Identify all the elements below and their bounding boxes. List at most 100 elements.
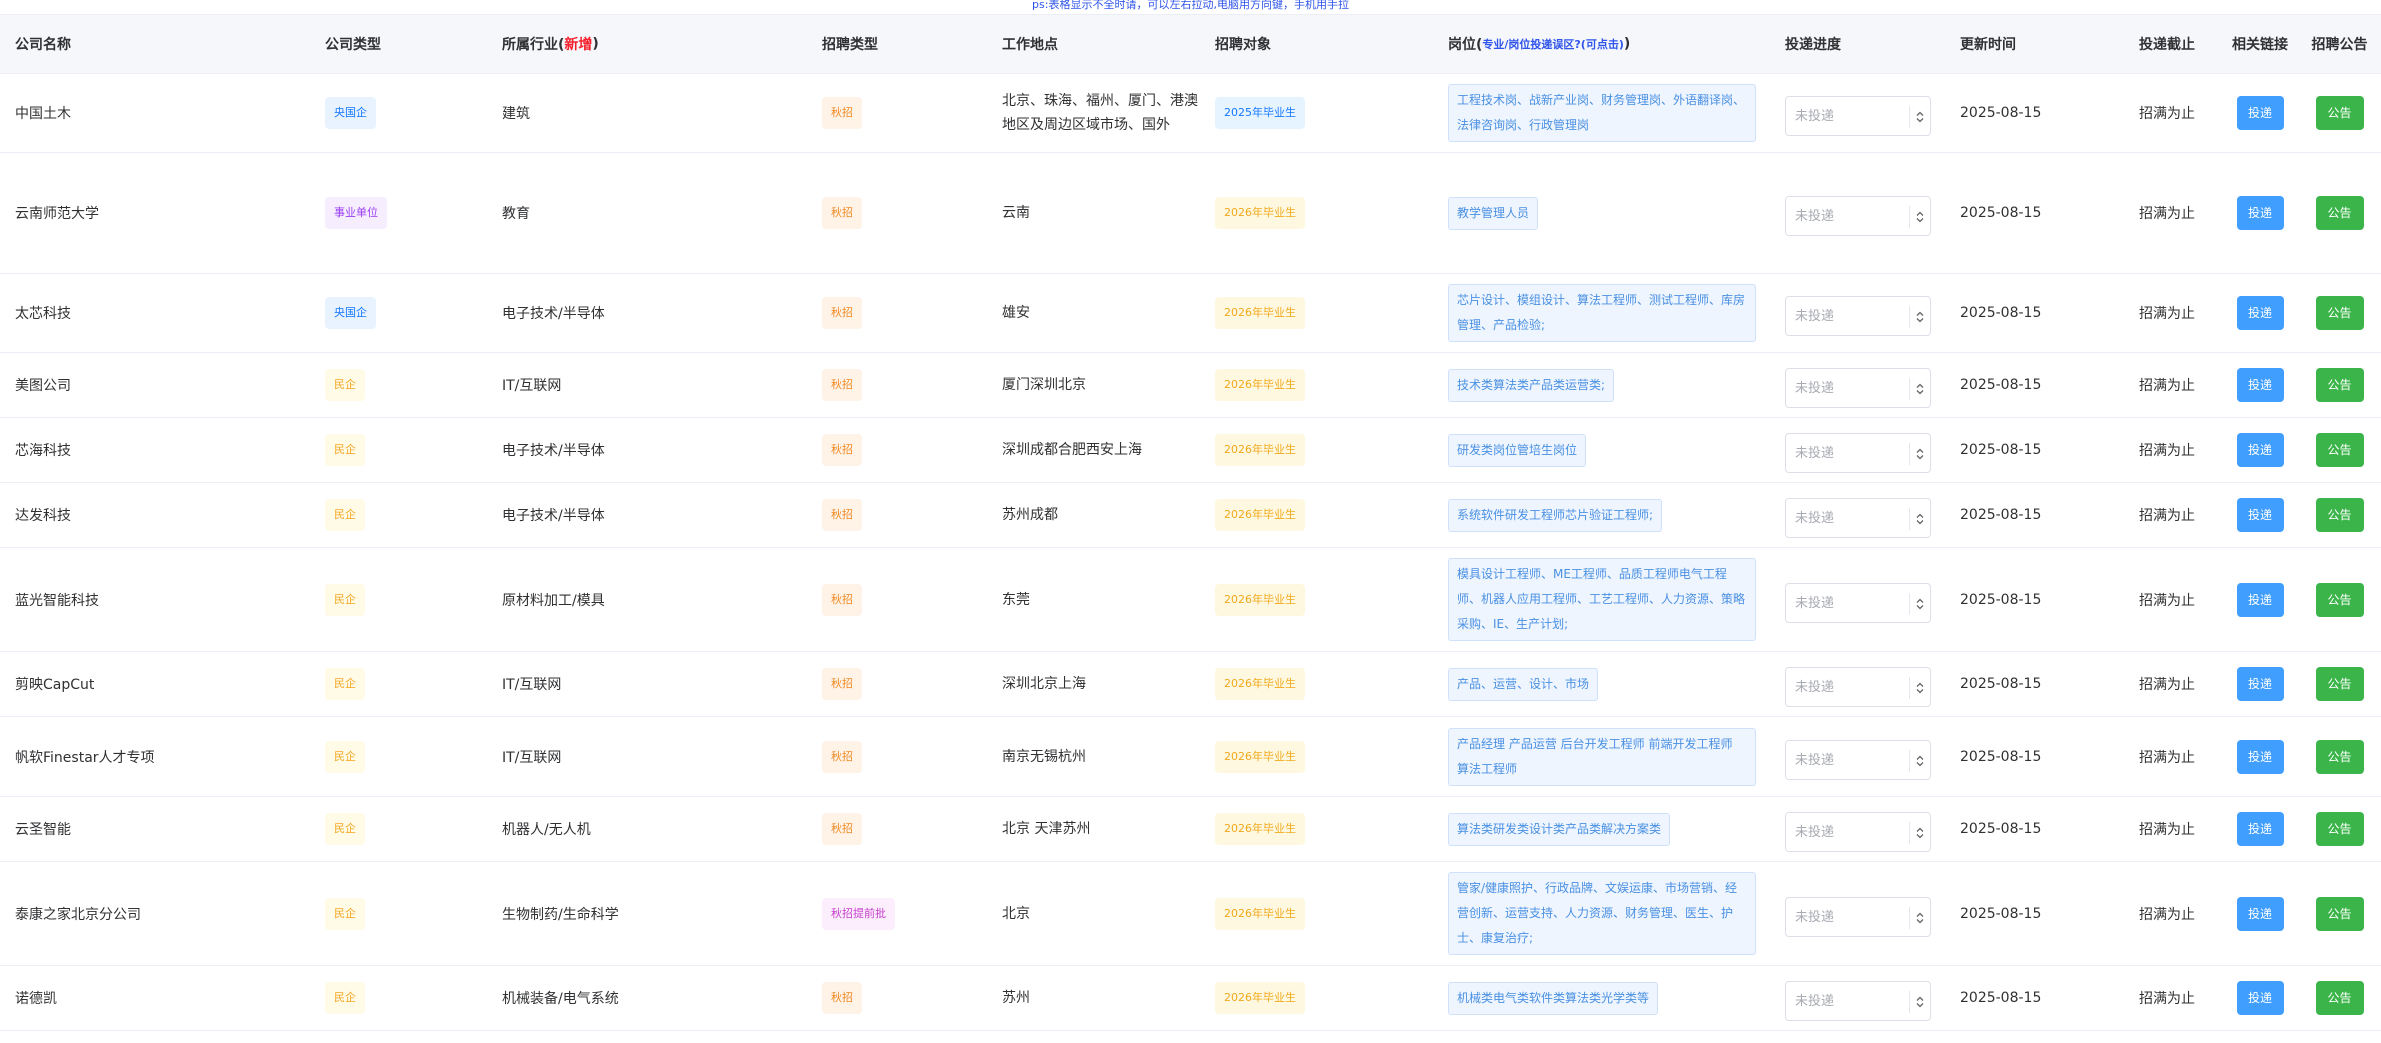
table-row: 诺德凯 民企 机械装备/电气系统 秋招 苏州 2026年毕业生 机械类电气类软件类算法类光学… (0, 966, 2381, 1031)
header-recruit: 招聘类型 (822, 37, 878, 53)
apply-button[interactable]: 投递 (2236, 981, 2284, 1015)
positions-text: 算法类研发类设计类产品类解决方案类 (1448, 812, 1671, 846)
company-name-text: 太芯科技 (15, 306, 71, 322)
company-type-cell: 民企 (310, 717, 487, 796)
header-updated: 更新时间 (1960, 37, 2016, 53)
announcement-button[interactable]: 公告 (2315, 296, 2364, 330)
deadline-cell: 招满为止 (2125, 966, 2222, 1030)
apply-button[interactable]: 投递 (2236, 296, 2284, 330)
progress-select[interactable]: 未投递 (1785, 196, 1931, 236)
positions-text: 产品经理 产品运营 后台开发工程师 前端开发工程师 算法工程师 (1448, 727, 1756, 786)
positions-text: 研发类岗位管培生岗位 (1448, 433, 1587, 467)
company-name: 云圣智能 (0, 797, 310, 861)
company-type-tag: 民企 (325, 740, 365, 773)
positions-text: 模具设计工程师、ME工程师、品质工程师电气工程师、机器人应用工程师、工艺工程师、… (1448, 558, 1756, 641)
industry-text: IT/互联网 (502, 378, 562, 394)
table-row: 太芯科技 央国企 电子技术/半导体 秋招 雄安 2026年毕业生 芯片设计、模组设计、算法工… (0, 274, 2381, 353)
progress-select[interactable]: 未投递 (1785, 896, 1931, 937)
announcement-button[interactable]: 公告 (2315, 739, 2364, 774)
progress-select[interactable]: 未投递 (1785, 739, 1931, 780)
announcement-button[interactable]: 公告 (2315, 896, 2364, 931)
notice-cell: 公告 (2298, 797, 2381, 861)
recruit-type-cell: 秋招 (807, 483, 987, 547)
deadline-cell: 招满为止 (2125, 717, 2222, 796)
target-tag: 2026年毕业生 (1215, 897, 1305, 930)
announcement-button[interactable]: 公告 (2315, 368, 2364, 402)
progress-select[interactable]: 未投递 (1785, 296, 1931, 336)
progress-cell: 未投递 (1770, 717, 1945, 796)
apply-button[interactable]: 投递 (2236, 739, 2284, 774)
notice-cell: 公告 (2298, 74, 2381, 152)
notice-cell: 公告 (2298, 717, 2381, 796)
recruit-type-tag: 秋招 (822, 297, 862, 329)
updated-cell: 2025-08-15 (1945, 966, 2125, 1030)
updated-text: 2025-08-15 (1960, 676, 2042, 692)
header-company: 公司名称 (15, 37, 71, 53)
target-cell: 2026年毕业生 (1200, 353, 1433, 417)
apply-button[interactable]: 投递 (2236, 196, 2284, 230)
deadline-cell: 招满为止 (2125, 862, 2222, 965)
location-text: 东莞 (1002, 591, 1030, 608)
location-text: 深圳北京上海 (1002, 676, 1086, 692)
sort-caret-icon (1909, 677, 1930, 699)
location-text: 北京、珠海、福州、厦门、港澳地区及周边区域市场、国外 (1002, 93, 1198, 133)
progress-select-value: 未投递 (1795, 825, 1835, 840)
recruit-type-cell: 秋招 (807, 966, 987, 1030)
position-tips-link[interactable]: 专业/岗位投递误区?(可点击) (1482, 36, 1623, 52)
progress-select[interactable]: 未投递 (1785, 368, 1931, 408)
target-cell: 2026年毕业生 (1200, 862, 1433, 965)
announcement-button[interactable]: 公告 (2315, 582, 2364, 617)
announcement-button[interactable]: 公告 (2315, 96, 2364, 130)
announcement-button[interactable]: 公告 (2315, 196, 2364, 230)
company-name-text: 帆软Finestar人才专项 (15, 749, 155, 766)
announcement-button[interactable]: 公告 (2315, 981, 2364, 1015)
apply-button[interactable]: 投递 (2236, 812, 2284, 846)
industry-cell: 电子技术/半导体 (487, 418, 807, 482)
announcement-button[interactable]: 公告 (2315, 498, 2364, 532)
company-name: 太芯科技 (0, 274, 310, 352)
progress-select[interactable]: 未投递 (1785, 812, 1931, 852)
sort-caret-icon (1909, 443, 1930, 465)
progress-select[interactable]: 未投递 (1785, 433, 1931, 473)
apply-button[interactable]: 投递 (2236, 498, 2284, 532)
announcement-button[interactable]: 公告 (2315, 433, 2364, 467)
location-text: 深圳成都合肥西安上海 (1002, 442, 1142, 458)
table-row: 蓝光智能科技 民企 原材料加工/模具 秋招 东莞 2026年毕业生 模具设计工程师、ME工程… (0, 548, 2381, 652)
updated-text: 2025-08-15 (1960, 507, 2042, 523)
company-type-cell: 民企 (310, 862, 487, 965)
sort-caret-icon (1909, 206, 1930, 228)
updated-cell: 2025-08-15 (1945, 274, 2125, 352)
apply-button[interactable]: 投递 (2236, 433, 2284, 467)
progress-cell: 未投递 (1770, 353, 1945, 417)
company-type-tag: 事业单位 (325, 197, 387, 229)
target-cell: 2026年毕业生 (1200, 548, 1433, 651)
industry-text: 机械装备/电气系统 (502, 991, 619, 1007)
progress-select[interactable]: 未投递 (1785, 498, 1931, 538)
announcement-button[interactable]: 公告 (2315, 812, 2364, 846)
updated-cell: 2025-08-15 (1945, 717, 2125, 796)
apply-button[interactable]: 投递 (2236, 667, 2284, 701)
updated-cell: 2025-08-15 (1945, 483, 2125, 547)
updated-text: 2025-08-15 (1960, 305, 2042, 321)
company-type-tag: 民企 (325, 583, 365, 616)
apply-button[interactable]: 投递 (2236, 582, 2284, 617)
progress-select[interactable]: 未投递 (1785, 981, 1931, 1021)
apply-button[interactable]: 投递 (2236, 896, 2284, 931)
apply-button[interactable]: 投递 (2236, 96, 2284, 130)
table-row: 美图公司 民企 IT/互联网 秋招 厦门深圳北京 2026年毕业生 技术类算法类产品类运营类… (0, 353, 2381, 418)
progress-select[interactable]: 未投递 (1785, 582, 1931, 623)
sort-caret-icon (1909, 749, 1930, 772)
industry-text: IT/互联网 (502, 749, 562, 766)
deadline-text: 招满为止 (2139, 677, 2195, 693)
progress-select[interactable]: 未投递 (1785, 96, 1931, 136)
table-row: 中国土木 央国企 建筑 秋招 北京、珠海、福州、厦门、港澳地区及周边区域市场、国外 202… (0, 74, 2381, 153)
progress-select[interactable]: 未投递 (1785, 667, 1931, 707)
updated-text: 2025-08-15 (1960, 205, 2042, 221)
notice-cell: 公告 (2298, 483, 2381, 547)
positions-cell: 系统软件研发工程师芯片验证工程师; (1433, 483, 1770, 547)
company-name: 美图公司 (0, 353, 310, 417)
apply-button[interactable]: 投递 (2236, 368, 2284, 402)
positions-cell: 教学管理人员 (1433, 153, 1770, 273)
company-name-text: 美图公司 (15, 378, 71, 394)
announcement-button[interactable]: 公告 (2315, 667, 2364, 701)
